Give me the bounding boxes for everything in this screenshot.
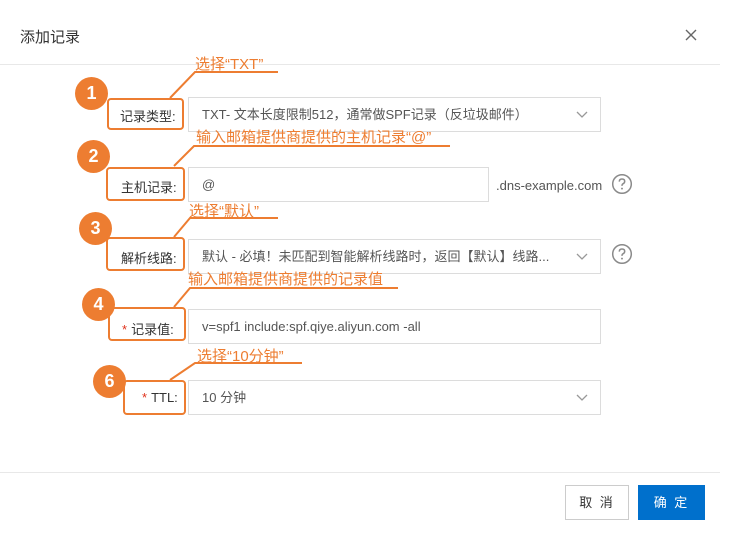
step-note-1: 选择“TXT” bbox=[195, 56, 264, 73]
step-note-4: 输入邮箱提供商提供的记录值 bbox=[188, 271, 384, 288]
host-suffix: .dns-example.com bbox=[496, 178, 603, 193]
host-input[interactable]: @ bbox=[188, 167, 489, 202]
step-note-6: 选择“10分钟” bbox=[197, 348, 284, 365]
chevron-down-icon bbox=[576, 240, 588, 273]
close-icon[interactable] bbox=[680, 24, 702, 46]
chevron-down-icon bbox=[576, 381, 588, 414]
highlight-record-value bbox=[108, 307, 186, 341]
record-type-value: TXT- 文本长度限制512，通常做SPF记录（反垃圾邮件） bbox=[202, 107, 528, 122]
header-divider bbox=[0, 64, 720, 65]
dialog-title: 添加记录 bbox=[20, 29, 81, 46]
cancel-button[interactable]: 取 消 bbox=[565, 485, 629, 520]
highlight-host bbox=[106, 167, 185, 201]
record-value-input[interactable]: v=spf1 include:spf.qiye.aliyun.com -all bbox=[188, 309, 601, 344]
footer-divider bbox=[0, 472, 720, 473]
confirm-button[interactable]: 确 定 bbox=[638, 485, 705, 520]
help-circle-icon[interactable] bbox=[611, 243, 633, 265]
step-badge-2: 2 bbox=[77, 140, 110, 173]
add-record-dialog: 添加记录 记录类型: TXT- 文本长度限制512，通常做SPF记录（反垃圾邮件… bbox=[0, 0, 746, 548]
step-note-3: 选择“默认” bbox=[189, 203, 259, 220]
host-value: @ bbox=[202, 177, 216, 192]
chevron-down-icon bbox=[576, 98, 588, 131]
ttl-value: 10 分钟 bbox=[202, 390, 247, 405]
step-badge-4: 4 bbox=[82, 288, 115, 321]
help-circle-icon[interactable] bbox=[611, 173, 633, 195]
highlight-ttl bbox=[123, 380, 186, 415]
step-note-2: 输入邮箱提供商提供的主机记录“@” bbox=[196, 129, 432, 146]
ttl-select[interactable]: 10 分钟 bbox=[188, 380, 601, 415]
step-badge-1: 1 bbox=[75, 77, 108, 110]
highlight-record-type bbox=[107, 98, 184, 130]
highlight-line bbox=[106, 237, 185, 271]
step-badge-6: 6 bbox=[93, 365, 126, 398]
step-badge-3: 3 bbox=[79, 212, 112, 245]
line-value: 默认 - 必填！未匹配到智能解析线路时，返回【默认】线路... bbox=[202, 249, 550, 264]
record-value-value: v=spf1 include:spf.qiye.aliyun.com -all bbox=[202, 319, 421, 334]
